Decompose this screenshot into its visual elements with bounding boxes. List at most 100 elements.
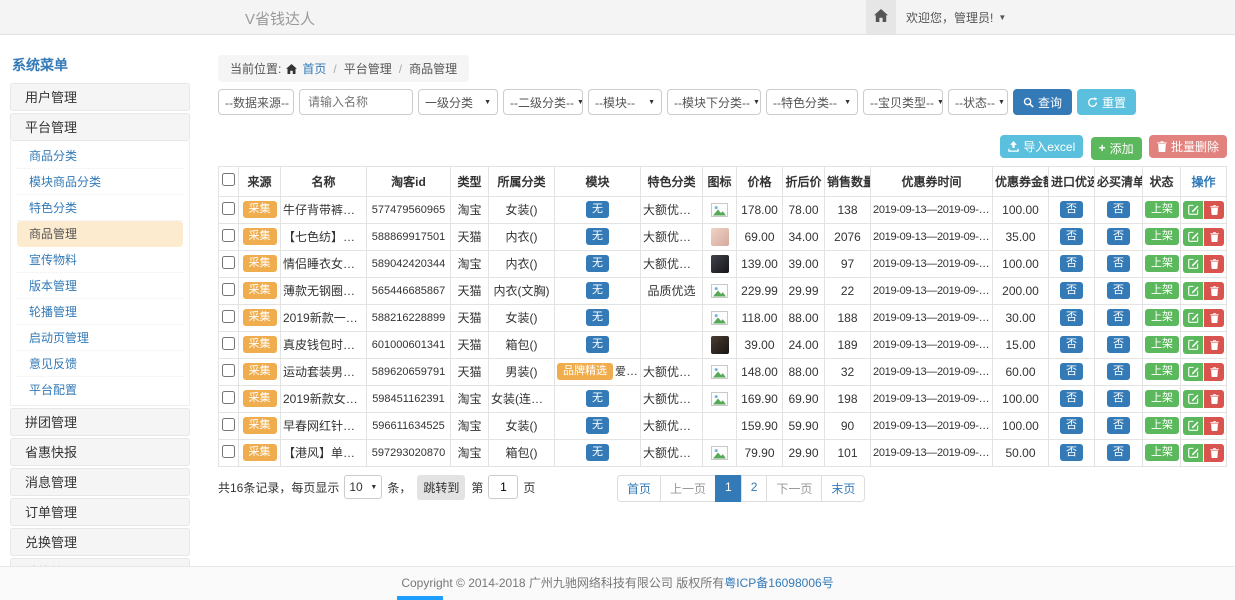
reset-button[interactable]: 重置: [1077, 89, 1136, 115]
delete-button[interactable]: [1204, 201, 1224, 219]
module-badge[interactable]: 无: [586, 336, 609, 354]
module-badge[interactable]: 无: [586, 255, 609, 273]
row-checkbox[interactable]: [222, 310, 235, 323]
must-buy-toggle[interactable]: 否: [1107, 282, 1130, 300]
pager-item[interactable]: 2: [741, 475, 768, 502]
sidebar-item[interactable]: 意见反馈: [17, 351, 183, 377]
delete-button[interactable]: [1204, 228, 1224, 246]
must-buy-toggle[interactable]: 否: [1107, 444, 1130, 462]
edit-button[interactable]: [1183, 255, 1203, 273]
filter-select-level1-category[interactable]: 一级分类▼: [418, 89, 498, 115]
search-button[interactable]: 查询: [1013, 89, 1072, 115]
must-buy-toggle[interactable]: 否: [1107, 309, 1130, 327]
delete-button[interactable]: [1204, 390, 1224, 408]
row-checkbox[interactable]: [222, 256, 235, 269]
name-search-input[interactable]: [299, 89, 413, 115]
edit-button[interactable]: [1183, 282, 1203, 300]
module-badge[interactable]: 无: [586, 228, 609, 246]
filter-select-item-type[interactable]: --宝贝类型--▼: [863, 89, 943, 115]
page-size-select[interactable]: 10 ▼: [344, 475, 382, 499]
edit-button[interactable]: [1183, 201, 1203, 219]
batch-delete-button[interactable]: 批量删除: [1149, 135, 1227, 158]
status-button[interactable]: 上架: [1145, 282, 1179, 300]
status-button[interactable]: 上架: [1145, 363, 1179, 381]
pager-item[interactable]: 首页: [617, 475, 661, 502]
status-button[interactable]: 上架: [1145, 390, 1179, 408]
edit-button[interactable]: [1183, 336, 1203, 354]
import-select-toggle[interactable]: 否: [1060, 336, 1083, 354]
edit-button[interactable]: [1183, 444, 1203, 462]
must-buy-toggle[interactable]: 否: [1107, 390, 1130, 408]
edit-button[interactable]: [1183, 417, 1203, 435]
module-badge[interactable]: 无: [586, 444, 609, 462]
pager-item[interactable]: 下一页: [766, 475, 822, 502]
row-checkbox[interactable]: [222, 445, 235, 458]
row-checkbox[interactable]: [222, 337, 235, 350]
status-button[interactable]: 上架: [1145, 444, 1179, 462]
pager-item[interactable]: 1: [715, 475, 742, 502]
sidebar-group[interactable]: 消息管理: [10, 468, 190, 496]
sidebar-item[interactable]: 特色分类: [17, 195, 183, 221]
sidebar-group[interactable]: 省惠快报: [10, 438, 190, 466]
edit-button[interactable]: [1183, 390, 1203, 408]
sidebar-group[interactable]: 兑换管理: [10, 528, 190, 556]
delete-button[interactable]: [1204, 363, 1224, 381]
module-badge[interactable]: 无: [586, 309, 609, 327]
page-jump-input[interactable]: [488, 475, 518, 499]
import-select-toggle[interactable]: 否: [1060, 201, 1083, 219]
delete-button[interactable]: [1204, 417, 1224, 435]
status-button[interactable]: 上架: [1145, 201, 1179, 219]
user-menu[interactable]: 欢迎您，管理员! ▼: [906, 0, 1006, 34]
home-button[interactable]: [866, 0, 896, 34]
row-checkbox[interactable]: [222, 283, 235, 296]
module-badge[interactable]: 无: [586, 390, 609, 408]
status-button[interactable]: 上架: [1145, 228, 1179, 246]
filter-select-feature-category[interactable]: --特色分类--▼: [766, 89, 858, 115]
module-badge[interactable]: 无: [586, 417, 609, 435]
import-select-toggle[interactable]: 否: [1060, 363, 1083, 381]
sidebar-group[interactable]: 订单管理: [10, 498, 190, 526]
must-buy-toggle[interactable]: 否: [1107, 336, 1130, 354]
filter-select-status[interactable]: --状态--▼: [948, 89, 1008, 115]
status-button[interactable]: 上架: [1145, 336, 1179, 354]
add-button[interactable]: + 添加: [1091, 137, 1142, 160]
status-button[interactable]: 上架: [1145, 255, 1179, 273]
sidebar-item[interactable]: 宣传物料: [17, 247, 183, 273]
import-select-toggle[interactable]: 否: [1060, 444, 1083, 462]
pager-item[interactable]: 末页: [821, 475, 865, 502]
must-buy-toggle[interactable]: 否: [1107, 363, 1130, 381]
sidebar-group[interactable]: 平台管理: [10, 113, 190, 141]
icp-link[interactable]: 粤ICP备16098006号: [724, 576, 833, 590]
row-checkbox[interactable]: [222, 364, 235, 377]
row-checkbox[interactable]: [222, 202, 235, 215]
sidebar-item[interactable]: 商品分类: [17, 143, 183, 169]
delete-button[interactable]: [1204, 309, 1224, 327]
import-select-toggle[interactable]: 否: [1060, 255, 1083, 273]
sidebar-item[interactable]: 商品管理: [17, 221, 183, 247]
row-checkbox[interactable]: [222, 229, 235, 242]
edit-button[interactable]: [1183, 363, 1203, 381]
sidebar-item[interactable]: 版本管理: [17, 273, 183, 299]
module-badge[interactable]: 无: [586, 201, 609, 219]
status-button[interactable]: 上架: [1145, 417, 1179, 435]
delete-button[interactable]: [1204, 255, 1224, 273]
pager-item[interactable]: 上一页: [660, 475, 716, 502]
edit-button[interactable]: [1183, 228, 1203, 246]
sidebar-group[interactable]: 用户管理: [10, 83, 190, 111]
must-buy-toggle[interactable]: 否: [1107, 228, 1130, 246]
import-select-toggle[interactable]: 否: [1060, 417, 1083, 435]
module-badge[interactable]: 品牌精选: [557, 363, 613, 381]
filter-select-data-source[interactable]: --数据来源--▼: [218, 89, 294, 115]
edit-button[interactable]: [1183, 309, 1203, 327]
module-badge[interactable]: 无: [586, 282, 609, 300]
must-buy-toggle[interactable]: 否: [1107, 201, 1130, 219]
sidebar-item[interactable]: 启动页管理: [17, 325, 183, 351]
filter-select-level2-category[interactable]: --二级分类--▼: [503, 89, 583, 115]
row-checkbox[interactable]: [222, 418, 235, 431]
filter-select-module[interactable]: --模块--▼: [588, 89, 662, 115]
delete-button[interactable]: [1204, 444, 1224, 462]
import-select-toggle[interactable]: 否: [1060, 390, 1083, 408]
sidebar-item[interactable]: 平台配置: [17, 377, 183, 403]
import-select-toggle[interactable]: 否: [1060, 228, 1083, 246]
breadcrumb-home-link[interactable]: 首页: [302, 60, 326, 77]
